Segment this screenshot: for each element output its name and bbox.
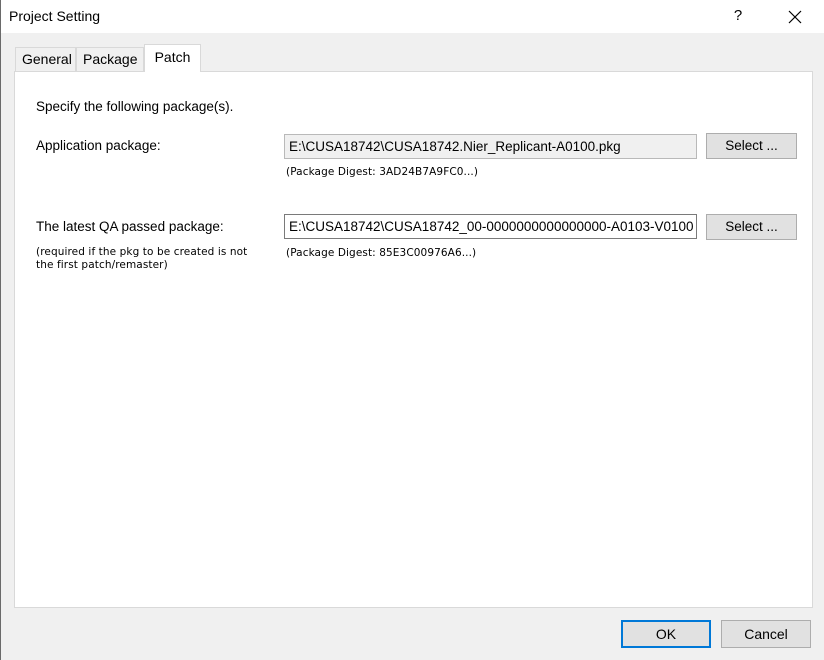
help-button[interactable]: ? bbox=[725, 2, 751, 30]
application-package-digest: (Package Digest: 3AD24B7A9FC0...) bbox=[286, 166, 479, 178]
tab-general[interactable]: General bbox=[15, 47, 76, 71]
qa-package-note-line1: (required if the pkg to be created is no… bbox=[36, 246, 248, 258]
ok-button[interactable]: OK bbox=[621, 620, 711, 648]
application-package-field[interactable]: E:\CUSA18742\CUSA18742.Nier_Replicant-A0… bbox=[284, 134, 697, 159]
close-button[interactable] bbox=[779, 2, 811, 30]
qa-package-field[interactable]: E:\CUSA18742\CUSA18742_00-00000000000000… bbox=[284, 214, 697, 239]
qa-package-label: The latest QA passed package: bbox=[36, 219, 224, 234]
instruction-text: Specify the following package(s). bbox=[36, 99, 234, 114]
qa-package-digest: (Package Digest: 85E3C00976A6...) bbox=[286, 247, 477, 259]
select-application-package-button[interactable]: Select ... bbox=[706, 133, 797, 159]
select-qa-package-button[interactable]: Select ... bbox=[706, 214, 797, 240]
tab-package[interactable]: Package bbox=[76, 47, 144, 71]
window-title: Project Setting bbox=[9, 8, 101, 24]
cancel-button[interactable]: Cancel bbox=[721, 620, 811, 648]
project-setting-dialog: Project Setting ? General Package Patch … bbox=[0, 0, 824, 660]
qa-package-note-line2: the first patch/remaster) bbox=[36, 259, 168, 271]
tab-patch[interactable]: Patch bbox=[144, 44, 201, 72]
title-bar: Project Setting ? bbox=[1, 0, 824, 33]
application-package-label: Application package: bbox=[36, 138, 161, 153]
close-icon bbox=[788, 10, 802, 24]
